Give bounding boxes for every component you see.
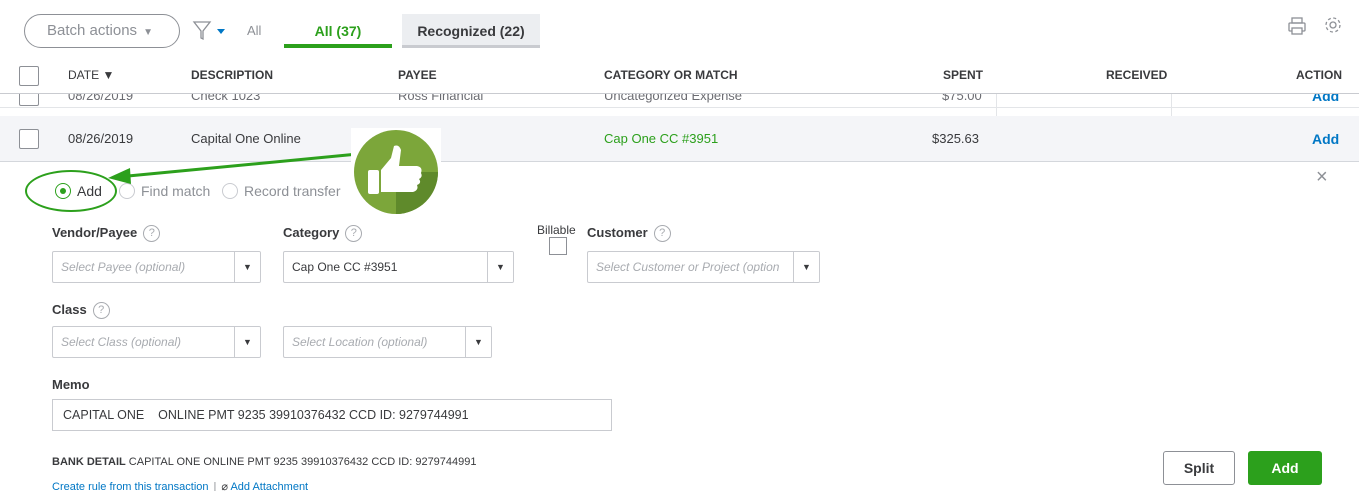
print-icon[interactable]	[1287, 16, 1307, 36]
column-payee[interactable]: PAYEE	[398, 68, 437, 82]
row-category: Uncategorized Expense	[604, 94, 743, 103]
location-select[interactable]: Select Location (optional) ▼	[283, 326, 492, 358]
add-attachment-link[interactable]: Add Attachment	[230, 481, 308, 491]
help-icon[interactable]: ?	[653, 225, 671, 242]
customer-select[interactable]: Select Customer or Project (option ▼	[587, 251, 820, 283]
gear-icon[interactable]	[1322, 14, 1344, 36]
column-action: ACTION	[1296, 68, 1342, 82]
tab-recognized[interactable]: Recognized (22)	[402, 14, 540, 48]
bank-detail-label: BANK DETAIL	[52, 456, 126, 468]
vendor-label: Vendor/Payee?	[52, 225, 161, 242]
column-description[interactable]: DESCRIPTION	[191, 68, 273, 82]
split-button[interactable]: Split	[1163, 451, 1235, 485]
column-date[interactable]: DATE ▼	[68, 68, 114, 82]
customer-label: Customer?	[587, 225, 671, 242]
row-add-link[interactable]: Add	[1312, 131, 1339, 147]
radio-icon	[119, 183, 135, 199]
chevron-down-icon: ▼	[143, 27, 153, 38]
detail-links: Create rule from this transaction | ⌀ Add …	[52, 481, 309, 491]
help-icon[interactable]: ?	[143, 225, 161, 242]
bank-detail-value: CAPITAL ONE ONLINE PMT 9235 39910376432 …	[128, 456, 477, 468]
radio-find-match[interactable]: Find match	[119, 183, 210, 199]
row-date: 08/26/2019	[68, 94, 134, 103]
add-button[interactable]: Add	[1248, 451, 1322, 485]
column-received[interactable]: RECEIVED	[1106, 68, 1167, 82]
help-icon[interactable]: ?	[92, 302, 110, 319]
row-description: Check 1023	[191, 94, 261, 103]
column-category[interactable]: CATEGORY OR MATCH	[604, 68, 738, 82]
chevron-down-icon[interactable]: ▼	[465, 327, 491, 357]
highlight-oval	[25, 170, 117, 212]
filter-icon	[192, 21, 225, 41]
row-date: 08/26/2019	[68, 131, 134, 146]
class-select[interactable]: Select Class (optional) ▼	[52, 326, 261, 358]
row-spent: $325.63	[932, 131, 979, 146]
chevron-down-icon[interactable]: ▼	[234, 252, 260, 282]
row-checkbox[interactable]	[19, 129, 39, 149]
row-payee: Ross Financial	[398, 94, 484, 103]
select-all-checkbox[interactable]	[19, 66, 39, 86]
table-row[interactable]: 08/26/2019 Check 1023 Ross Financial Unc…	[0, 94, 1359, 108]
row-add-link[interactable]: Add	[1312, 94, 1339, 104]
memo-input[interactable]: CAPITAL ONE ONLINE PMT 9235 39910376432 …	[52, 399, 612, 431]
vendor-select[interactable]: Select Payee (optional) ▼	[52, 251, 261, 283]
row-category: Cap One CC #3951	[604, 131, 719, 146]
category-select[interactable]: Cap One CC #3951 ▼	[283, 251, 514, 283]
thumbs-up-icon	[351, 128, 441, 216]
table-header: DATE ▼ DESCRIPTION PAYEE CATEGORY OR MAT…	[0, 60, 1359, 94]
create-rule-link[interactable]: Create rule from this transaction	[52, 481, 209, 491]
paperclip-icon: ⌀	[221, 481, 228, 491]
column-spent[interactable]: SPENT	[943, 68, 983, 82]
memo-label: Memo	[52, 377, 90, 392]
tab-all[interactable]: All (37)	[284, 14, 392, 48]
chevron-down-icon[interactable]: ▼	[234, 327, 260, 357]
batch-actions-label: Batch actions	[47, 22, 138, 39]
close-icon[interactable]: ×	[1316, 166, 1328, 189]
help-icon[interactable]: ?	[345, 225, 363, 242]
chevron-down-icon[interactable]: ▼	[793, 252, 819, 282]
radio-record-transfer[interactable]: Record transfer	[222, 183, 340, 199]
table-row-expanded[interactable]: 08/26/2019 Capital One Online Cap One CC…	[0, 116, 1359, 162]
filter-value: All	[247, 23, 262, 38]
billable-checkbox[interactable]	[549, 237, 567, 255]
row-spent: $75.00	[942, 94, 982, 103]
row-description: Capital One Online	[191, 131, 301, 146]
category-label: Category?	[283, 225, 363, 242]
chevron-down-icon[interactable]: ▼	[487, 252, 513, 282]
radio-icon	[222, 183, 238, 199]
filter-dropdown[interactable]	[192, 20, 232, 42]
batch-actions-button[interactable]: Batch actions ▼	[24, 14, 180, 48]
class-label: Class?	[52, 302, 110, 319]
billable-label: Billable	[537, 223, 576, 237]
bank-detail: BANK DETAIL CAPITAL ONE ONLINE PMT 9235 …	[52, 456, 477, 468]
row-checkbox[interactable]	[19, 94, 39, 106]
